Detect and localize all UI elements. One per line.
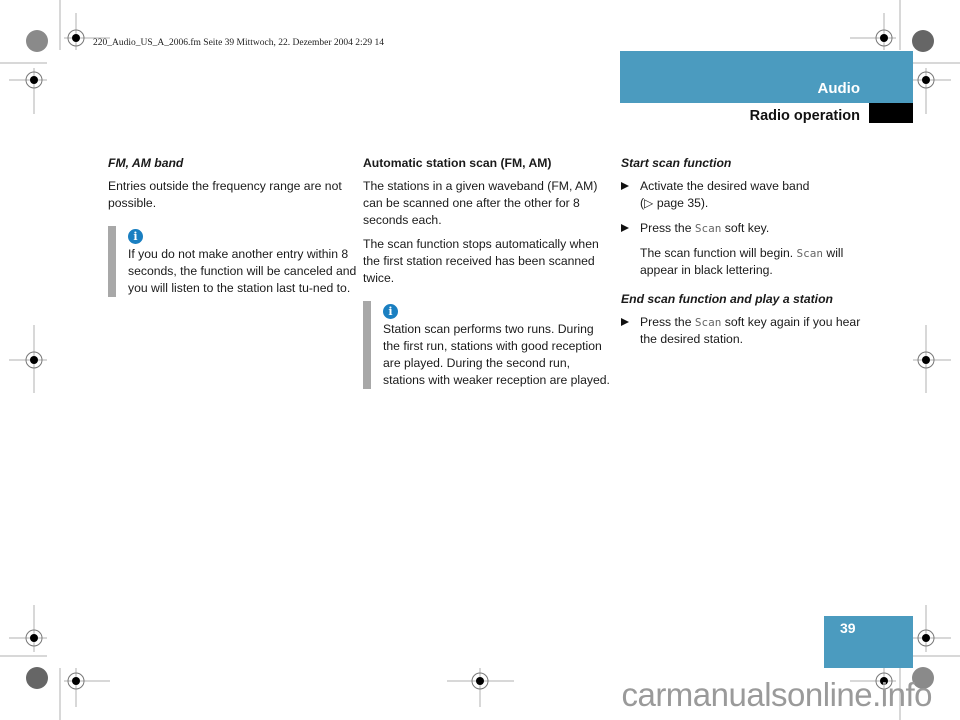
scan-softkey-label: Scan (796, 247, 824, 260)
column-fm-am-band: FM, AM band Entries outside the frequenc… (108, 155, 358, 297)
paragraph: The scan function stops automatically wh… (363, 237, 599, 285)
section-tab (620, 51, 913, 103)
note-text: Station scan performs two runs. During t… (383, 322, 610, 387)
heading-automatic-scan: Automatic station scan (FM, AM) (363, 156, 552, 170)
subsection-marker (869, 103, 913, 123)
page-reference-link[interactable]: (▷ page 35). (640, 195, 871, 212)
note-text: If you do not make another entry within … (128, 247, 357, 295)
info-icon: i (383, 304, 398, 319)
step-text: soft key. (721, 221, 770, 235)
note-bar (363, 301, 371, 389)
column-scan-instructions: Start scan function Activate the desired… (621, 155, 871, 356)
result-text-part: The scan function will begin. (640, 246, 797, 260)
file-header: 220_Audio_US_A_2006.fm Seite 39 Mittwoch… (93, 38, 385, 48)
step-text: Activate the desired wave band (640, 179, 810, 193)
scan-softkey-label: Scan (694, 316, 722, 329)
subsection-title: Radio operation (749, 108, 860, 124)
heading-end-scan: End scan function and play a station (621, 292, 833, 306)
step-press-scan-again: Press the Scan soft key again if you hea… (621, 314, 871, 348)
heading-fm-am-band: FM, AM band (108, 156, 184, 170)
step-press-scan: Press the Scan soft key. (621, 220, 871, 237)
page-number: 39 (840, 620, 856, 636)
heading-start-scan: Start scan function (621, 156, 732, 170)
page-number-tab (824, 616, 913, 668)
info-note: i Station scan performs two runs. During… (363, 301, 613, 389)
info-note: i If you do not make another entry withi… (108, 226, 358, 297)
paragraph: The stations in a given waveband (FM, AM… (363, 179, 598, 227)
info-icon: i (128, 229, 143, 244)
paragraph: Entries outside the frequency range are … (108, 179, 342, 210)
scan-softkey-label: Scan (694, 222, 722, 235)
bullet-arrow-icon (621, 182, 629, 190)
section-title: Audio (817, 80, 861, 97)
bullet-arrow-icon (621, 224, 629, 232)
column-automatic-scan: Automatic station scan (FM, AM) The stat… (363, 155, 613, 389)
bullet-arrow-icon (621, 318, 629, 326)
step-text: Press the (640, 315, 695, 329)
note-bar (108, 226, 116, 297)
watermark: carmanualsonline.info (621, 676, 932, 713)
step-activate-band: Activate the desired wave band (▷ page 3… (621, 178, 871, 212)
step-text: Press the (640, 221, 695, 235)
result-text: The scan function will begin. Scan will … (621, 245, 871, 279)
